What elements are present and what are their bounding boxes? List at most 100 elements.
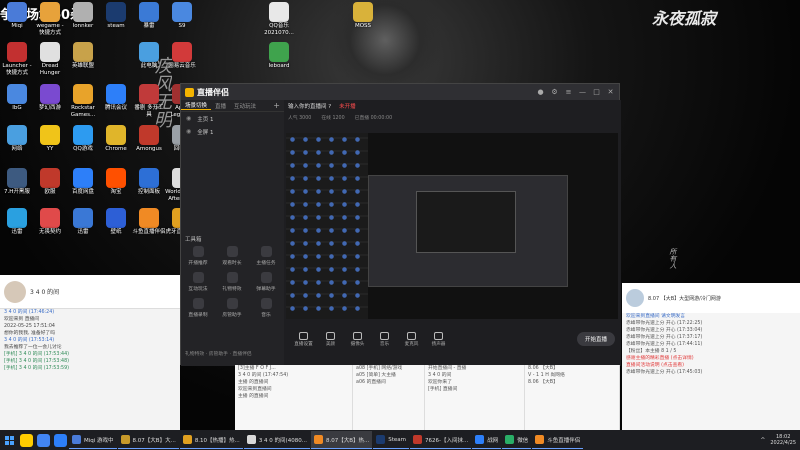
- desktop-icon[interactable]: S9: [165, 2, 199, 30]
- desktop-icon[interactable]: Dread Hunger: [33, 42, 67, 76]
- taskbar-item[interactable]: 微信: [502, 431, 532, 449]
- tool-item[interactable]: 音乐: [249, 298, 283, 318]
- taskbar-item[interactable]: 8.10【热播】热...: [179, 431, 243, 449]
- music-button[interactable]: 音乐: [371, 331, 398, 347]
- tool-item[interactable]: 互动玩法: [181, 272, 215, 292]
- desktop-icon[interactable]: 斗鱼直播伴侣: [132, 208, 166, 236]
- microphone-button[interactable]: 麦克风: [398, 331, 425, 347]
- tool-label: 弹幕助手: [256, 287, 276, 292]
- desktop-icon[interactable]: 淘宝: [99, 168, 133, 196]
- tab-scenes[interactable]: 场景切换: [181, 101, 212, 110]
- chat-line: 开始直播间 - 直播: [428, 366, 467, 371]
- desktop-icon[interactable]: 控制面板: [132, 168, 166, 196]
- taskbar-item[interactable]: 8.07【大B】大...: [117, 431, 179, 449]
- user-avatar-icon[interactable]: ●: [536, 88, 545, 97]
- desktop-icon[interactable]: MOSS: [346, 2, 380, 30]
- app-icon: [73, 84, 93, 104]
- go-live-button[interactable]: 开始直播: [576, 332, 615, 346]
- camera-button[interactable]: 摄像头: [344, 331, 371, 347]
- eye-icon[interactable]: ◉: [186, 128, 191, 135]
- desktop-icon[interactable]: Rockstar Games...: [66, 84, 100, 118]
- desktop-icon[interactable]: Miqi: [0, 2, 34, 30]
- live-title[interactable]: 输入你的直播间 ?: [288, 102, 331, 110]
- desktop-icon[interactable]: 迅雷: [66, 208, 100, 236]
- desktop-icon[interactable]: YY: [33, 125, 67, 153]
- menu-icon[interactable]: ≡: [564, 88, 573, 97]
- desktop-icon[interactable]: 欧服: [33, 168, 67, 196]
- desktop-icon[interactable]: 壁纸: [99, 208, 133, 236]
- desktop-icon[interactable]: 百度网盘: [66, 168, 100, 196]
- desktop-icon[interactable]: Amongus: [132, 125, 166, 153]
- live-settings-button[interactable]: 直播设置: [290, 331, 317, 347]
- desktop-icon[interactable]: QQ音乐 2021070...: [262, 2, 296, 36]
- desktop-icon[interactable]: Ieboard: [262, 42, 296, 70]
- chrome-icon[interactable]: [37, 433, 50, 447]
- desktop-icon[interactable]: 番剧 多开工具: [132, 84, 166, 118]
- avatar[interactable]: [4, 280, 26, 303]
- desktop-icon[interactable]: lonnker: [66, 2, 100, 30]
- desktop-icon[interactable]: 梦幻西游: [33, 84, 67, 112]
- middle-chat-panels: [3]主播 F O F J... 3 4 0 的间 (17:47:54) 主播 的直…: [235, 365, 620, 430]
- desktop-icon[interactable]: QQ游戏: [66, 125, 100, 153]
- wallpaper-calligraphy-top: 永夜孤寂: [652, 9, 717, 28]
- stream-preview[interactable]: [286, 133, 618, 319]
- desktop-icon[interactable]: 腾讯会议: [99, 84, 133, 112]
- add-scene-icon[interactable]: +: [273, 101, 280, 110]
- tool-item[interactable]: 主播任务: [249, 246, 283, 266]
- app-titlebar[interactable]: 直播伴侣 ● ⚙ ≡ — □ ✕: [181, 84, 619, 100]
- tool-item[interactable]: 房管助手: [215, 298, 249, 318]
- desktop-icon[interactable]: Chrome: [99, 125, 133, 153]
- taskbar-item[interactable]: 斗鱼直播伴侣: [532, 431, 584, 449]
- tray-arrow-icon[interactable]: ^: [760, 437, 765, 444]
- toolbox-grid: 开播推荐 观看时长 主播任务互动玩法 礼物特效 弹幕助手直播录制 房管助手 音乐: [181, 246, 284, 318]
- desktop-icon[interactable]: 7.H开黑服: [0, 168, 34, 196]
- chat-message: [手机] 3 4 0 的间 (17:53:59): [4, 366, 69, 371]
- taskbar-item-label: Steam: [388, 436, 406, 443]
- minimize-icon[interactable]: —: [578, 88, 587, 97]
- tab-live[interactable]: 直播: [211, 102, 230, 110]
- speaker-icon: [434, 331, 443, 340]
- desktop-icon[interactable]: 此电脑: [132, 42, 166, 70]
- beauty-button[interactable]: 美颜: [317, 331, 344, 347]
- start-button[interactable]: [0, 430, 18, 450]
- desktop-icon[interactable]: wegame - 快捷方式: [33, 2, 67, 36]
- taskbar-item[interactable]: 8.07【大B】热...: [310, 431, 373, 449]
- scene-item[interactable]: ◉ 主页 1: [181, 112, 284, 125]
- desktop-icon[interactable]: 迅雷: [0, 208, 34, 236]
- eye-icon[interactable]: ◉: [186, 115, 191, 122]
- clock[interactable]: 18:02 2022/4/25: [770, 434, 796, 446]
- app-icon: [7, 125, 27, 145]
- speaker-button[interactable]: 扬声器: [425, 331, 452, 347]
- desktop-icon-label: 无畏契约: [38, 229, 61, 235]
- desktop-icon[interactable]: Launcher - 快捷方式: [0, 42, 34, 76]
- desktop-icon[interactable]: 英雄联盟: [66, 42, 100, 70]
- desktop-icon[interactable]: 网易云音乐: [165, 42, 199, 70]
- taskbar-item[interactable]: 战网: [472, 431, 502, 449]
- desktop-icon[interactable]: steam: [99, 2, 133, 30]
- desktop-icon[interactable]: 无畏契约: [33, 208, 67, 236]
- settings-icon[interactable]: ⚙: [550, 88, 559, 97]
- desktop-icon[interactable]: 暴雷: [132, 2, 166, 30]
- avatar[interactable]: [626, 289, 644, 307]
- taskbar-item[interactable]: Steam: [373, 431, 409, 449]
- close-icon[interactable]: ✕: [606, 88, 615, 97]
- tool-item[interactable]: 礼物特效: [215, 272, 249, 292]
- taskbar-item[interactable]: 3 4 0 的间(4080...: [243, 431, 310, 449]
- chat-message: 赤峰带你光速上分 开心 (17:33:04): [626, 328, 703, 333]
- tool-item[interactable]: 弹幕助手: [249, 272, 283, 292]
- taskbar-item[interactable]: Miqi 游戏中: [69, 431, 117, 449]
- desktop-icon[interactable]: IbG: [0, 84, 34, 112]
- desktop-icon[interactable]: 网络: [0, 125, 34, 153]
- tool-item[interactable]: 直播录制: [181, 298, 215, 318]
- taskbar-item[interactable]: 7626-【入间抹...: [409, 431, 472, 449]
- tool-item[interactable]: 开播推荐: [181, 246, 215, 266]
- file-explorer-icon[interactable]: [20, 433, 33, 447]
- tool-label: 直播录制: [188, 313, 208, 318]
- scene-item[interactable]: ◉ 全屏 1: [181, 125, 284, 138]
- maximize-icon[interactable]: □: [592, 88, 601, 97]
- app-logo-icon: [185, 87, 194, 97]
- tab-interactive[interactable]: 互动玩法: [230, 102, 260, 110]
- edge-icon[interactable]: [54, 433, 67, 447]
- streaming-app-window[interactable]: 直播伴侣 ● ⚙ ≡ — □ ✕ 场景切换 直播 互动玩法 + ◉ 主页 1 ◉…: [180, 83, 621, 366]
- tool-item[interactable]: 观看时长: [215, 246, 249, 266]
